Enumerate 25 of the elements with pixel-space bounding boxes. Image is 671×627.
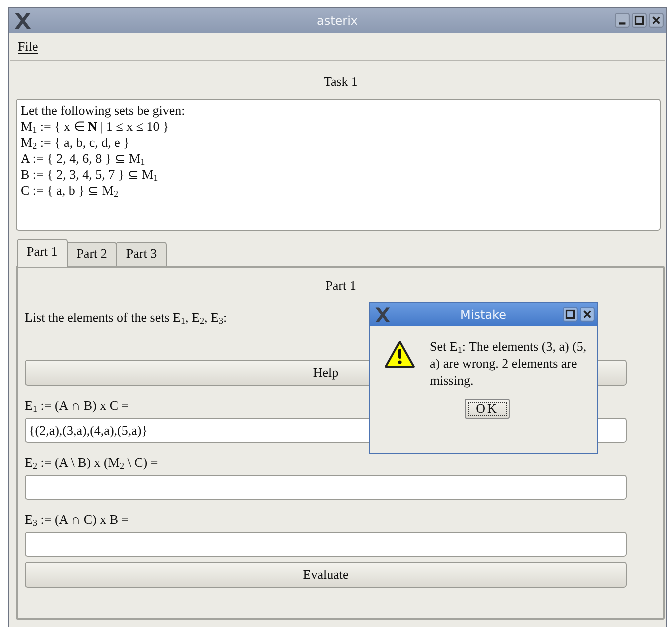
x-logo-icon bbox=[374, 306, 392, 324]
dialog-title: Mistake bbox=[460, 308, 506, 322]
task-text-area: Let the following sets be given: M$_{1}$ := { x ∈ N | 1 ≤ x ≤ 10 } M$_{2}$ := { a, b, c, d, e } A := { 2, 4, 6, 8 } ⊆ M$_{1}$ B := { 2, 3, 4, 5, 7 } ⊆ M$_{1}$ C := { a, b } ⊆ M$_{2}$ bbox=[16, 99, 661, 231]
maximize-icon[interactable] bbox=[563, 307, 578, 322]
x-logo-icon bbox=[13, 10, 33, 30]
menu-item[interactable]: File bbox=[18, 38, 38, 54]
part-title: Part 1 bbox=[324, 278, 358, 294]
question-label: E$_{2}$ := (A \ B) x (M$_{2}$ \ C) = bbox=[25, 455, 158, 473]
maximize-icon[interactable] bbox=[632, 13, 647, 28]
tab[interactable]: Part 3 bbox=[116, 242, 168, 266]
warning-icon bbox=[384, 340, 416, 370]
close-icon[interactable] bbox=[580, 307, 595, 322]
question-label: E$_{3}$ := (A ∩ C) x B = bbox=[25, 512, 130, 530]
tab[interactable]: Part 2 bbox=[66, 242, 118, 266]
close-icon[interactable] bbox=[649, 13, 664, 28]
input-field[interactable] bbox=[25, 532, 627, 557]
evaluate-button[interactable]: Evaluate bbox=[25, 562, 627, 588]
minimize-icon[interactable] bbox=[615, 13, 630, 28]
tab[interactable]: Part 1 bbox=[17, 239, 68, 267]
instruction-text: List the elements of the sets E$_{1}$, E$_{2}$, E$_{3}$: bbox=[25, 310, 228, 326]
question-label: E$_{1}$ := (A ∩ B) x C = bbox=[25, 398, 130, 416]
task-title: Task 1 bbox=[322, 73, 360, 91]
input-field[interactable] bbox=[25, 475, 627, 500]
ok-button[interactable]: OK bbox=[465, 399, 510, 419]
window-title: asterix bbox=[316, 14, 358, 28]
